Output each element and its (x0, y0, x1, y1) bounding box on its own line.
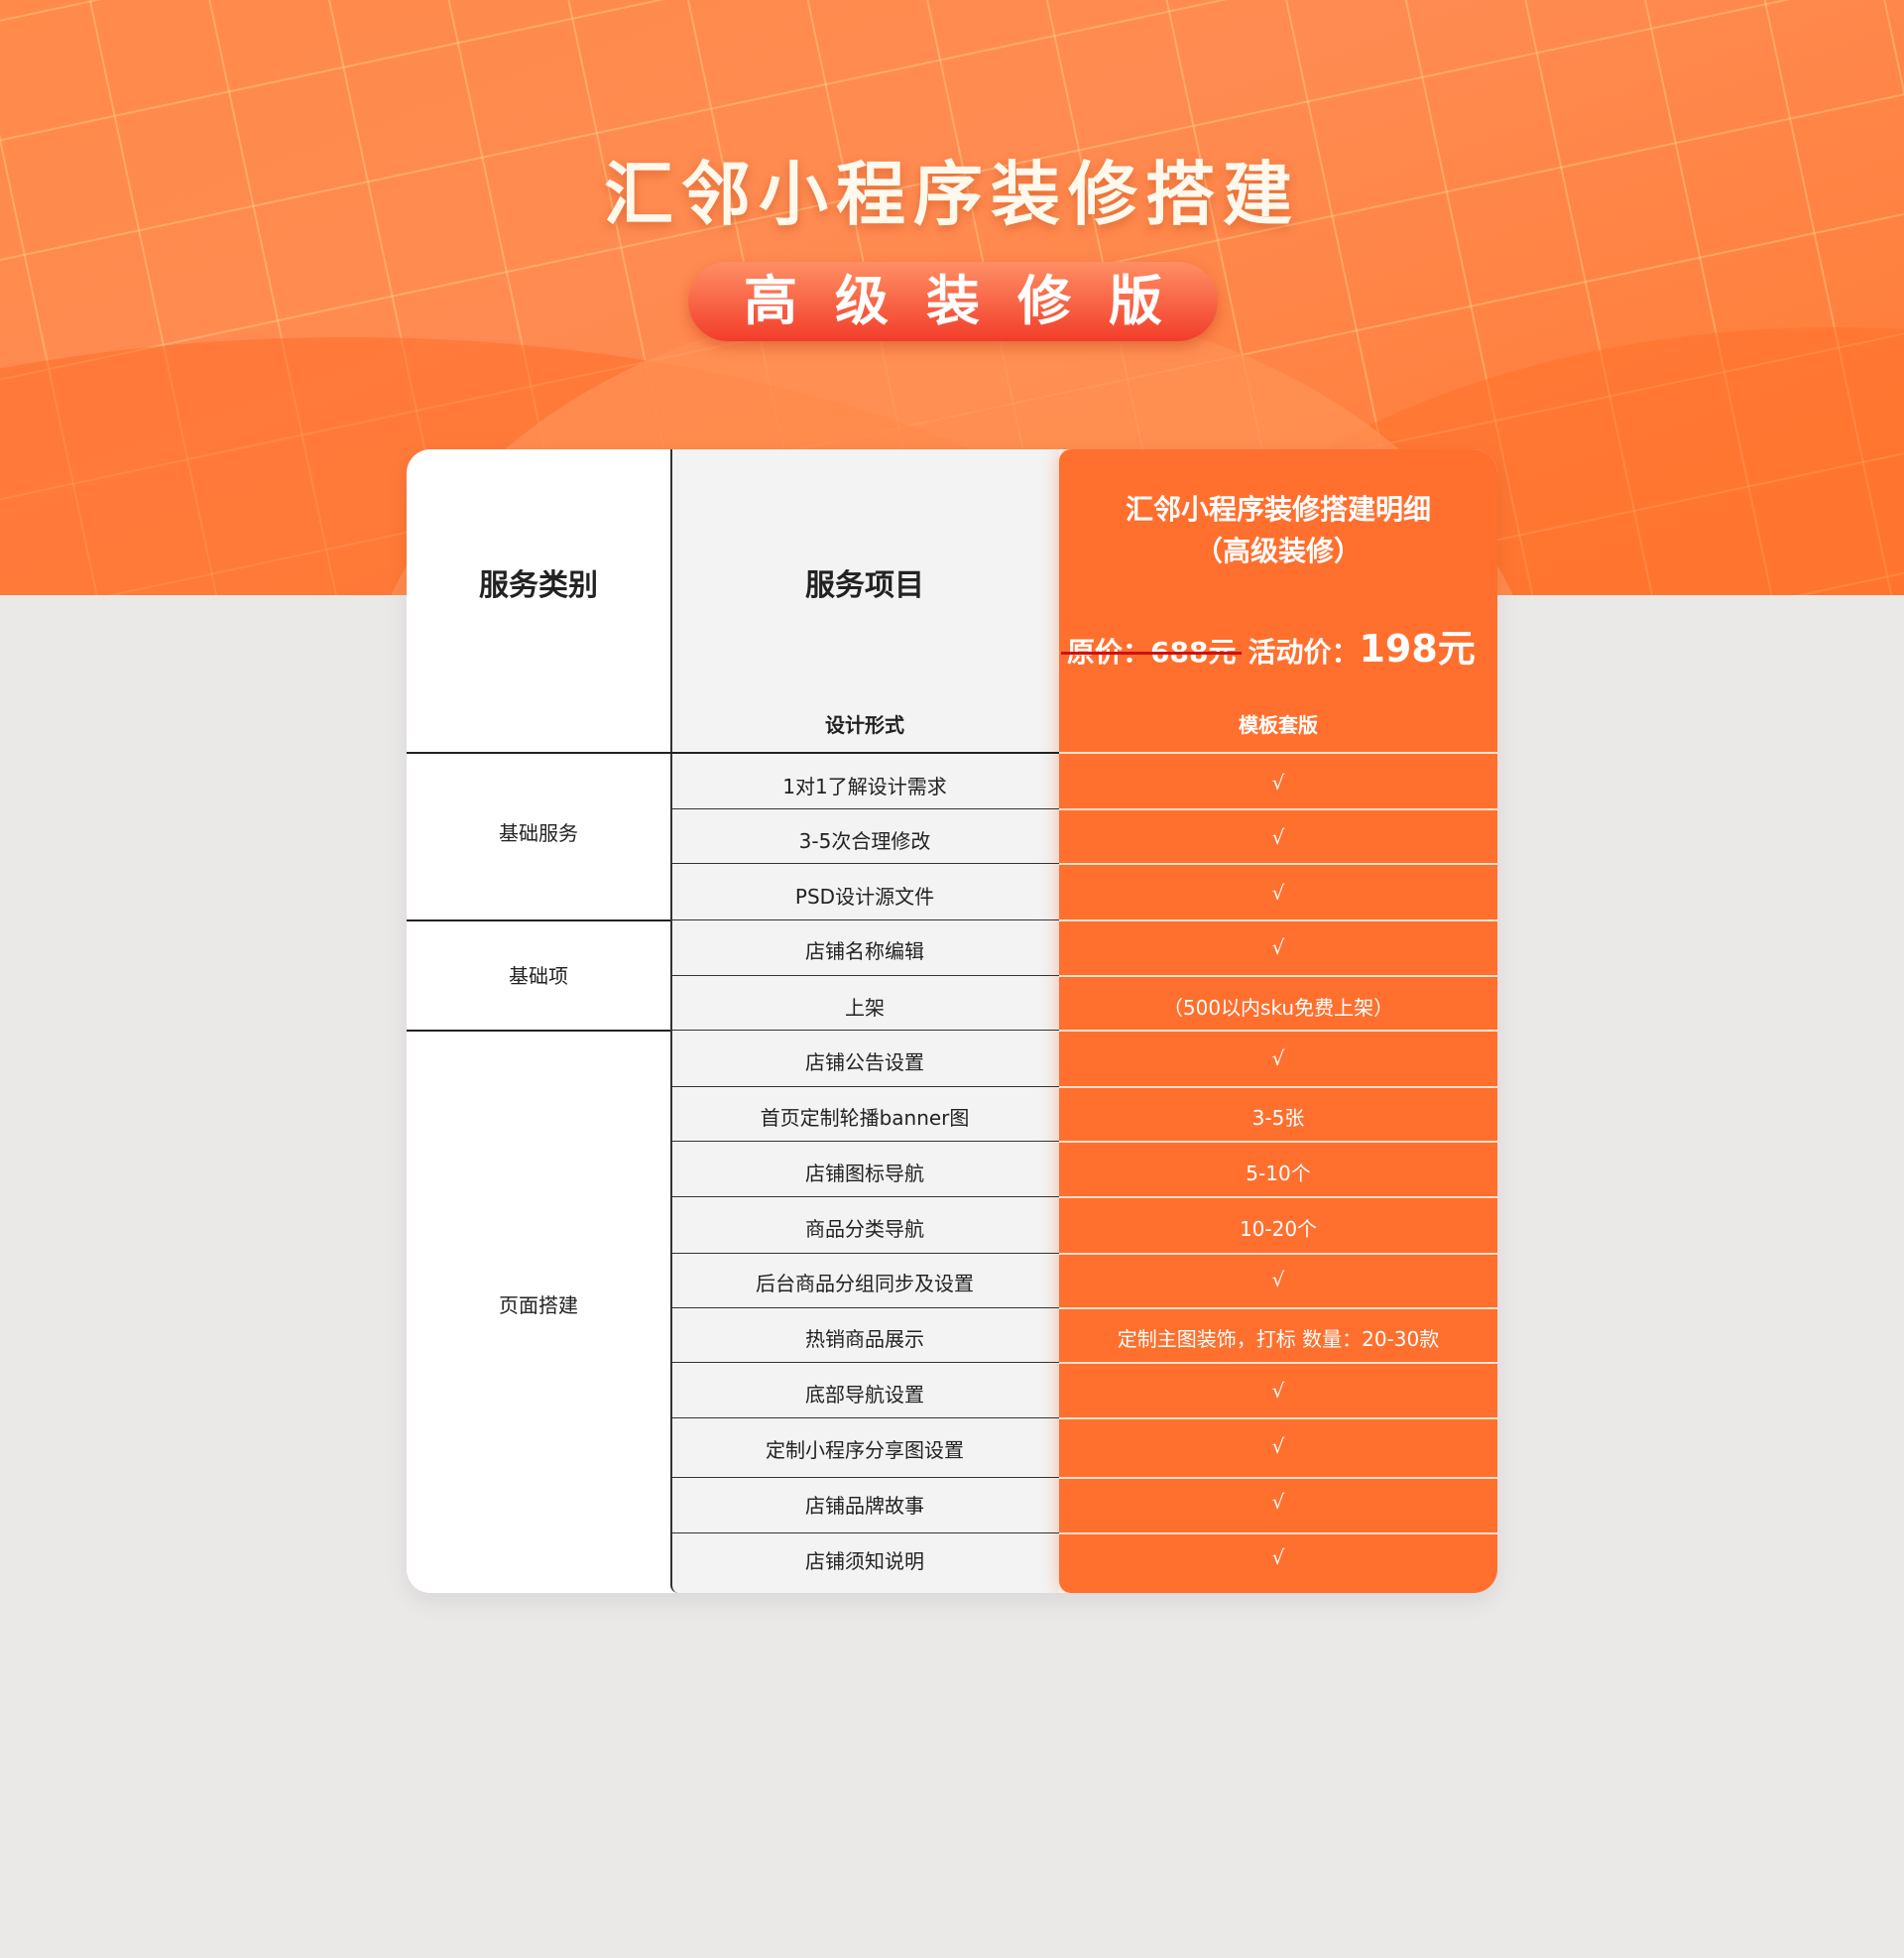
row-value: 10-20个 (1239, 1217, 1318, 1241)
row-value: √ (1271, 1490, 1285, 1514)
sale-label: 活动价： (1248, 636, 1360, 669)
row-divider (670, 1253, 1059, 1254)
row-item: 店铺品牌故事 (805, 1494, 924, 1518)
row-divider (1059, 808, 1497, 810)
category-divider (407, 919, 670, 921)
row-divider (1059, 1253, 1497, 1255)
row-divider (1059, 1086, 1497, 1088)
row-item: 1对1了解设计需求 (782, 775, 947, 798)
row-divider (670, 1030, 1059, 1031)
row-divider (670, 975, 1059, 976)
row-divider (670, 808, 1059, 809)
row-value: 定制主图装饰，打标 数量：20-30款 (1117, 1327, 1440, 1351)
row-value: √ (1271, 1046, 1285, 1070)
row-item: 底部导航设置 (805, 1383, 924, 1407)
category-column (407, 449, 670, 1593)
item-subheader: 设计形式 (825, 713, 904, 737)
category-header: 服务类别 (479, 568, 598, 603)
header-divider (407, 752, 1059, 754)
category-label: 基础项 (509, 964, 568, 988)
row-divider (1059, 1362, 1497, 1364)
row-divider (670, 863, 1059, 864)
row-divider (670, 1307, 1059, 1308)
row-value: 5-10个 (1246, 1162, 1311, 1185)
row-divider (670, 1141, 1059, 1142)
plan-title-line1: 汇邻小程序装修搭建明细 (1125, 493, 1431, 526)
item-header: 服务项目 (805, 568, 924, 603)
row-item: 定制小程序分享图设置 (766, 1438, 964, 1462)
item-column (670, 449, 1059, 1593)
plan-header: 汇邻小程序装修搭建明细 （高级装修） (1059, 489, 1497, 572)
row-divider (1059, 1307, 1497, 1309)
plan-subheader: 模板套版 (1239, 713, 1318, 737)
row-value: √ (1271, 935, 1285, 959)
category-label: 基础服务 (499, 821, 578, 845)
row-divider (1059, 1532, 1497, 1534)
row-value: √ (1271, 1268, 1285, 1291)
row-value: √ (1271, 771, 1285, 795)
row-item: 3-5次合理修改 (798, 829, 931, 853)
row-item: 后台商品分组同步及设置 (756, 1272, 974, 1295)
row-divider (1059, 863, 1497, 865)
page-title: 汇邻小程序装修搭建 (604, 154, 1300, 235)
row-item: 热销商品展示 (805, 1327, 924, 1351)
row-item: 店铺图标导航 (805, 1162, 924, 1185)
row-divider (670, 1417, 1059, 1418)
category-divider (407, 1030, 670, 1032)
row-divider (1059, 1196, 1497, 1198)
row-item: 上架 (845, 996, 885, 1020)
row-divider (670, 1086, 1059, 1087)
category-label: 页面搭建 (499, 1293, 578, 1317)
row-divider (670, 1477, 1059, 1478)
row-item: 店铺须知说明 (805, 1549, 924, 1573)
row-value: √ (1271, 1379, 1285, 1403)
row-value: √ (1271, 1545, 1285, 1569)
price-line: 原价：688元 活动价：198元 (1060, 618, 1493, 673)
edition-badge: 高级装修版 (688, 262, 1218, 341)
original-price: 原价：688元 (1060, 631, 1243, 671)
row-value: √ (1271, 881, 1285, 905)
row-divider (1059, 1477, 1497, 1479)
row-item: 首页定制轮播banner图 (760, 1106, 970, 1130)
sale-price: 198元 (1359, 627, 1476, 671)
row-item: 商品分类导航 (805, 1217, 924, 1241)
row-divider (670, 1362, 1059, 1363)
row-value: （500以内sku免费上架） (1162, 996, 1394, 1020)
plan-title-line2: （高级装修） (1194, 535, 1362, 567)
row-divider (1059, 1141, 1497, 1143)
pricing-table: 服务类别 服务项目 汇邻小程序装修搭建明细 （高级装修） 原价：688元 活动价：… (407, 449, 1497, 1593)
row-item: 店铺名称编辑 (805, 939, 924, 963)
row-item: PSD设计源文件 (794, 885, 935, 909)
row-divider (1059, 1030, 1497, 1032)
row-value: √ (1271, 825, 1285, 849)
row-divider (670, 919, 1059, 920)
plan-header-divider (1059, 752, 1497, 754)
row-divider (1059, 975, 1497, 977)
row-divider (1059, 919, 1497, 921)
row-divider (670, 1196, 1059, 1197)
row-divider (670, 1532, 1059, 1533)
row-value: 3-5张 (1251, 1106, 1305, 1130)
row-value: √ (1271, 1434, 1285, 1458)
row-item: 店铺公告设置 (805, 1050, 924, 1074)
row-divider (1059, 1417, 1497, 1419)
